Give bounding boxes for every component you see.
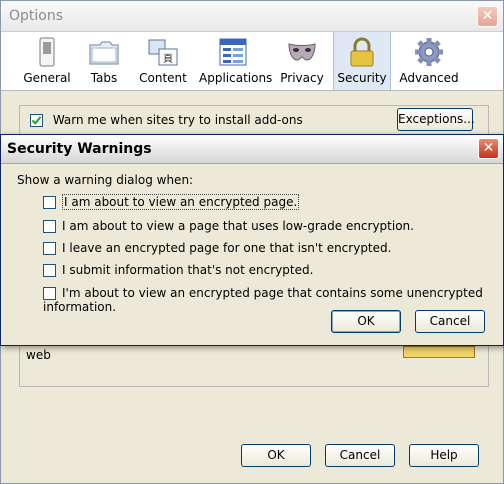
folder-tabs-icon: [89, 41, 119, 65]
tab-advanced[interactable]: Advanced: [399, 32, 459, 90]
switch-icon: [39, 37, 55, 67]
applications-icon: [219, 38, 247, 66]
dialog-ok-button[interactable]: OK: [331, 310, 401, 333]
option-label: I am about to view a page that uses low-…: [62, 219, 414, 233]
option-low-grade-encryption[interactable]: I am about to view a page that uses low-…: [43, 219, 414, 233]
svg-text:頁: 頁: [163, 53, 173, 65]
settings-button-partial[interactable]: [403, 346, 475, 358]
ok-button[interactable]: OK: [241, 444, 311, 467]
options-titlebar: Options ✕: [1, 1, 503, 32]
option-label: I submit information that's not encrypte…: [62, 263, 314, 277]
option-submit-unencrypted[interactable]: I submit information that's not encrypte…: [43, 263, 313, 277]
gear-icon: [415, 38, 443, 66]
dialog-titlebar: Security Warnings ✕: [1, 135, 503, 164]
mask-icon: [288, 43, 316, 61]
option-checkbox[interactable]: [43, 287, 56, 300]
tab-privacy[interactable]: Privacy: [277, 32, 327, 90]
window-title: Options: [9, 8, 64, 24]
dialog-title: Security Warnings: [7, 141, 152, 157]
tab-general[interactable]: General: [19, 32, 75, 90]
dialog-cancel-button[interactable]: Cancel: [415, 310, 485, 333]
dialog-prompt: Show a warning dialog when:: [17, 173, 194, 187]
option-checkbox[interactable]: [43, 196, 56, 209]
tab-content[interactable]: 頁 Content: [137, 32, 189, 90]
option-checkbox[interactable]: [43, 242, 56, 255]
option-label: I am about to view an encrypted page.: [62, 194, 300, 210]
security-warnings-dialog: Security Warnings ✕ Show a warning dialo…: [0, 134, 504, 346]
addons-row: Warn me when sites try to install add-on…: [30, 113, 303, 127]
addons-checkbox[interactable]: [30, 114, 43, 127]
options-close-button[interactable]: ✕: [477, 6, 498, 27]
tab-security[interactable]: Security: [333, 32, 391, 90]
dialog-close-button[interactable]: ✕: [478, 138, 499, 159]
option-label: I leave an encrypted page for one that i…: [62, 241, 392, 255]
content-icon: 頁: [148, 39, 178, 66]
tab-tabs[interactable]: Tabs: [81, 32, 127, 90]
cancel-button[interactable]: Cancel: [325, 444, 395, 467]
option-checkbox[interactable]: [43, 264, 56, 277]
option-encrypted-page[interactable]: I am about to view an encrypted page.: [43, 194, 300, 210]
tab-applications[interactable]: Applications: [199, 32, 272, 90]
exceptions-button[interactable]: Exceptions...: [397, 108, 475, 131]
option-checkbox[interactable]: [43, 220, 56, 233]
option-leave-encrypted[interactable]: I leave an encrypted page for one that i…: [43, 241, 391, 255]
web-label: web: [26, 348, 51, 362]
preferences-toolbar: General Tabs 頁 Content Applications Priv…: [1, 32, 503, 91]
help-button[interactable]: Help: [409, 444, 479, 467]
addons-label: Warn me when sites try to install add-on…: [52, 113, 303, 127]
padlock-icon: [350, 37, 374, 67]
